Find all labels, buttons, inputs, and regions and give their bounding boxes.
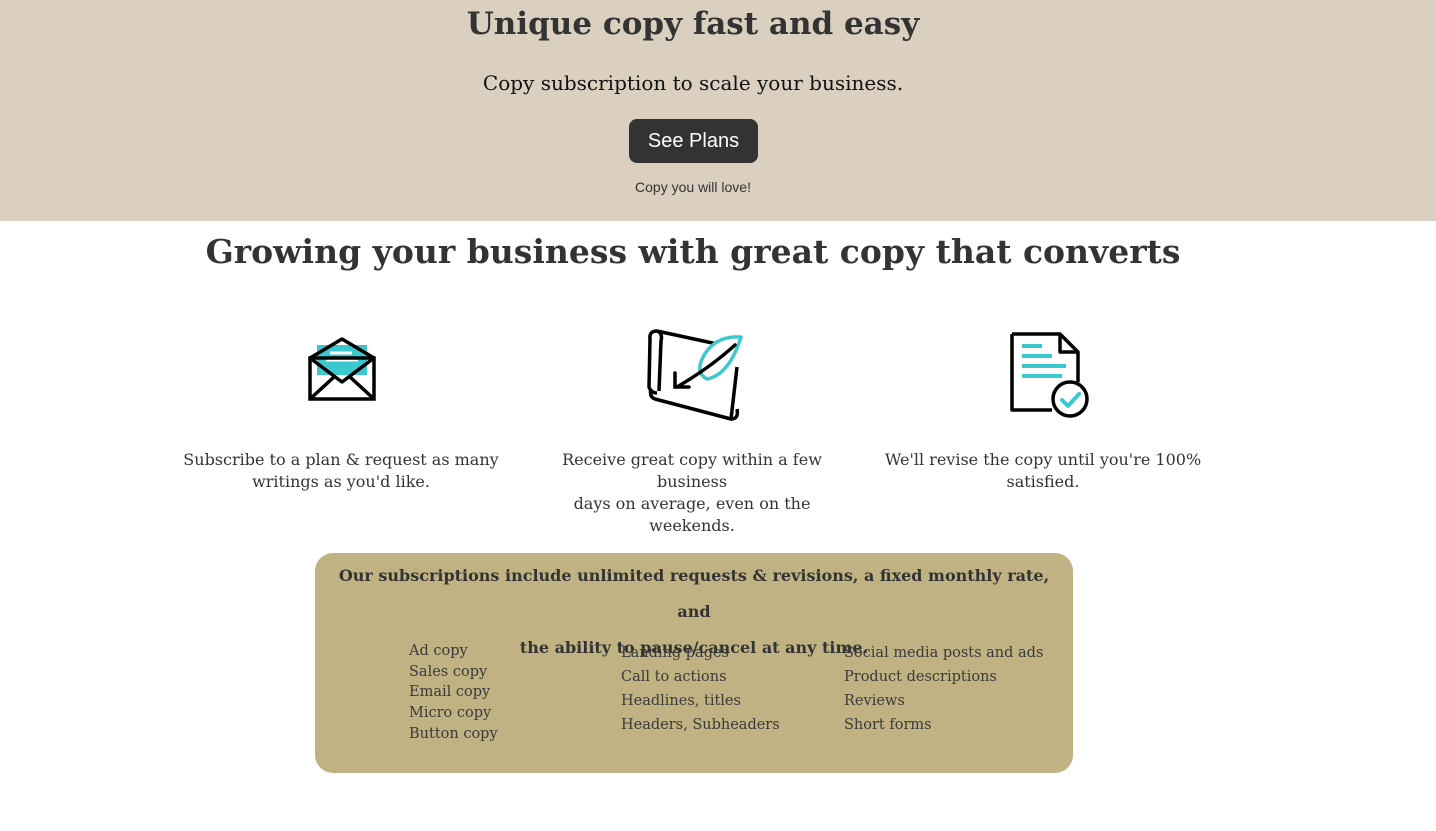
see-plans-button[interactable]: See Plans bbox=[629, 119, 758, 163]
list-item: Headers, Subheaders bbox=[621, 717, 780, 733]
copy-types-list-1: Ad copy Sales copy Email copy Micro copy… bbox=[409, 641, 498, 745]
list-item: Button copy bbox=[409, 725, 498, 742]
list-item: Short forms bbox=[844, 717, 932, 733]
list-item: Product descriptions bbox=[844, 669, 997, 685]
feature-text-line: satisfied. bbox=[1006, 472, 1080, 491]
list-item: Ad copy bbox=[409, 643, 468, 659]
hero-section: Unique copy fast and easy Copy subscript… bbox=[0, 0, 1436, 221]
feature-text-line: Subscribe to a plan & request as many bbox=[183, 450, 499, 469]
list-item: Reviews bbox=[844, 693, 905, 709]
features-title: Growing your business with great copy th… bbox=[205, 232, 1181, 271]
feature-text-line: Receive great copy within a few business bbox=[562, 450, 822, 491]
list-item: Landing pages bbox=[621, 645, 729, 661]
feature-text-revise: We'll revise the copy until you're 100% … bbox=[883, 449, 1203, 493]
hero-subtitle: Copy subscription to scale your business… bbox=[482, 71, 904, 95]
list-item: Call to actions bbox=[621, 669, 727, 685]
subscriptions-panel: Our subscriptions include unlimited requ… bbox=[315, 553, 1073, 773]
document-check-icon bbox=[1008, 330, 1092, 420]
subscriptions-heading-line: Our subscriptions include unlimited requ… bbox=[338, 566, 1050, 621]
feature-text-subscribe: Subscribe to a plan & request as many wr… bbox=[181, 449, 501, 493]
feature-text-line: writings as you'd like. bbox=[252, 472, 430, 491]
list-item: Sales copy bbox=[409, 663, 488, 680]
hero-caption: Copy you will love! bbox=[635, 179, 751, 195]
list-item: Social media posts and ads bbox=[844, 645, 1044, 661]
copy-types-list-3: Social media posts and ads Product descr… bbox=[844, 641, 1043, 737]
copy-types-list-2: Landing pages Call to actions Headlines,… bbox=[621, 641, 780, 737]
envelope-letter-icon bbox=[306, 336, 378, 404]
feature-text-line: days on average, even on the weekends. bbox=[573, 494, 811, 535]
list-item: Headlines, titles bbox=[621, 693, 741, 709]
feature-text-receive: Receive great copy within a few business… bbox=[532, 449, 852, 537]
list-item: Micro copy bbox=[409, 705, 492, 722]
scroll-feather-icon bbox=[645, 327, 747, 421]
feature-text-line: We'll revise the copy until you're 100% bbox=[884, 450, 1202, 469]
list-item: Email copy bbox=[409, 684, 491, 701]
hero-title: Unique copy fast and easy bbox=[466, 6, 920, 42]
